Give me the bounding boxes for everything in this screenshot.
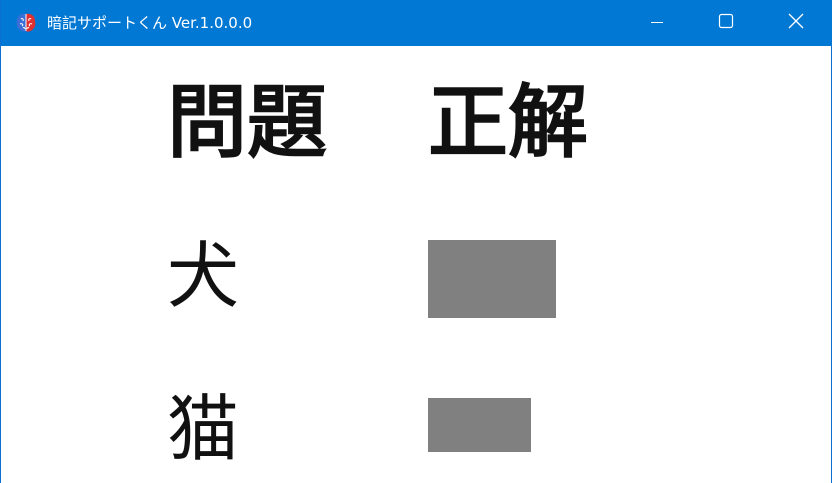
close-icon bbox=[788, 13, 804, 33]
title-bar[interactable]: 暗記サポートくん Ver.1.0.0.0 bbox=[1, 0, 832, 46]
question-cell: 猫 bbox=[167, 387, 240, 471]
question-cell: 犬 bbox=[167, 234, 240, 318]
maximize-button[interactable] bbox=[691, 0, 761, 46]
hidden-answer-cell[interactable] bbox=[428, 398, 531, 452]
answer-column-header: 正解 bbox=[428, 76, 588, 169]
hidden-answer-cell[interactable] bbox=[428, 240, 556, 318]
minimize-icon bbox=[650, 14, 664, 33]
quiz-panel: 問題 正解 犬 猫 bbox=[5, 46, 829, 483]
close-button[interactable] bbox=[761, 0, 831, 46]
app-window: 暗記サポートくん Ver.1.0.0.0 問題 正解 犬 猫 bbox=[0, 0, 832, 483]
question-column-header: 問題 bbox=[167, 76, 327, 169]
brain-icon bbox=[14, 11, 38, 35]
minimize-button[interactable] bbox=[622, 0, 692, 46]
maximize-icon bbox=[718, 13, 734, 33]
window-title: 暗記サポートくん Ver.1.0.0.0 bbox=[47, 14, 253, 32]
